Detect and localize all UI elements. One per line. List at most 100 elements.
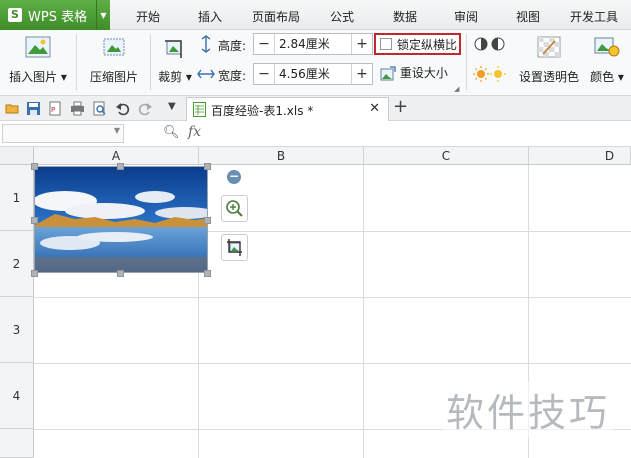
app-menu-button[interactable]: S WPS 表格 ▼ <box>0 0 110 30</box>
brightness-icon <box>473 66 506 82</box>
insert-picture-label: 插入图片 <box>9 70 58 84</box>
column-header-b[interactable]: B <box>199 147 364 165</box>
undo-icon[interactable] <box>115 101 130 116</box>
height-icon <box>201 35 211 53</box>
width-label: 宽度: <box>218 69 247 83</box>
tab-insert[interactable]: 插入 <box>198 8 222 25</box>
chevron-down-icon[interactable]: ▼ <box>96 0 110 30</box>
width-icon <box>197 69 215 79</box>
lock-aspect-checkbox[interactable]: 锁定纵横比 <box>374 33 461 55</box>
height-decrease-button[interactable]: − <box>254 36 274 52</box>
reset-size-icon <box>380 65 396 80</box>
crop-picture-button[interactable] <box>221 234 248 261</box>
resize-handle[interactable] <box>204 163 211 170</box>
recolor-icon <box>594 37 620 57</box>
zoom-picture-button[interactable] <box>221 195 248 222</box>
grid-line <box>363 165 364 458</box>
compress-picture-label: 压缩图片 <box>89 70 138 84</box>
tab-review[interactable]: 审阅 <box>454 8 478 25</box>
height-increase-button[interactable]: + <box>352 36 372 52</box>
export-pdf-icon[interactable]: P <box>48 101 63 116</box>
tab-view[interactable]: 视图 <box>516 8 540 25</box>
resize-handle[interactable] <box>31 270 38 277</box>
insert-picture-icon <box>25 36 51 58</box>
collapse-toolbar-icon[interactable]: − <box>227 170 241 184</box>
resize-handle[interactable] <box>204 270 211 277</box>
tab-data[interactable]: 数据 <box>393 8 417 25</box>
formula-bar: ▼ 🔍︎ fx <box>0 121 631 147</box>
height-label: 高度: <box>218 39 247 53</box>
crop-icon <box>227 239 242 256</box>
document-tab[interactable]: 百度经验-表1.xls * ✕ <box>186 97 389 121</box>
row-header-2[interactable]: 2 <box>0 231 34 297</box>
name-box[interactable]: ▼ <box>2 124 124 143</box>
resize-handle[interactable] <box>31 163 38 170</box>
svg-text:P: P <box>51 106 55 114</box>
reset-size-button[interactable]: 重设大小 <box>380 64 452 82</box>
height-spinner[interactable]: − 2.84厘米 + <box>253 33 373 55</box>
grid-line <box>34 297 631 298</box>
tab-home[interactable]: 开始 <box>136 8 160 25</box>
new-tab-button[interactable]: + <box>393 96 408 117</box>
select-all-corner[interactable] <box>0 147 34 165</box>
divider <box>466 34 467 90</box>
print-preview-icon[interactable] <box>92 101 107 116</box>
tab-page-layout[interactable]: 页面布局 <box>252 8 300 25</box>
row-header-4[interactable]: 4 <box>0 363 34 429</box>
crop-button[interactable]: 裁剪 ▾ <box>156 36 194 85</box>
column-header-c[interactable]: C <box>364 147 529 165</box>
insert-function-icon[interactable]: fx <box>188 124 201 140</box>
checkbox-icon[interactable] <box>380 38 392 50</box>
spreadsheet-file-icon <box>193 102 206 117</box>
compress-picture-button[interactable]: 压缩图片 <box>86 36 142 85</box>
width-decrease-button[interactable]: − <box>254 66 274 82</box>
expand-dialog-icon[interactable]: ◢ <box>454 85 459 93</box>
picture-tools-ribbon: 插入图片 ▾ 压缩图片 裁剪 ▾ 高度: − 2.84厘米 + 宽度: − 4.… <box>0 30 631 96</box>
inserted-picture[interactable] <box>34 166 208 273</box>
divider <box>150 34 151 90</box>
height-input[interactable]: 2.84厘米 <box>274 34 352 54</box>
color-button[interactable]: 颜色 ▾ <box>587 36 627 85</box>
resize-handle[interactable] <box>117 163 124 170</box>
redo-icon[interactable] <box>138 101 153 116</box>
resize-handle[interactable] <box>117 270 124 277</box>
customize-toolbar-icon[interactable]: ▼ <box>168 101 176 112</box>
chevron-down-icon[interactable]: ▼ <box>114 126 120 135</box>
zoom-in-icon <box>226 200 243 217</box>
tab-developer[interactable]: 开发工具 <box>570 8 618 25</box>
resize-handle[interactable] <box>204 217 211 224</box>
app-title: WPS 表格 <box>28 9 88 25</box>
zoom-search-icon[interactable]: 🔍︎ <box>163 125 180 140</box>
width-spinner[interactable]: − 4.56厘米 + <box>253 63 373 85</box>
save-icon[interactable] <box>26 101 41 116</box>
wps-logo-icon: S <box>8 8 22 22</box>
row-header-1[interactable]: 1 <box>0 165 34 231</box>
watermark-text: 软件技巧 <box>442 382 615 437</box>
crop-icon <box>165 40 182 58</box>
insert-picture-button[interactable]: 插入图片 ▾ <box>8 36 68 85</box>
lock-aspect-label: 锁定纵横比 <box>397 37 458 52</box>
color-label: 颜色 <box>590 70 615 84</box>
column-header-d[interactable]: D <box>529 147 631 165</box>
transparent-color-icon <box>537 36 561 58</box>
width-increase-button[interactable]: + <box>352 66 372 82</box>
document-title: 百度经验-表1.xls * <box>211 104 314 118</box>
width-input[interactable]: 4.56厘米 <box>274 64 352 84</box>
row-header-3[interactable]: 3 <box>0 297 34 363</box>
close-icon[interactable]: ✕ <box>369 101 380 116</box>
contrast-icon <box>474 37 505 51</box>
set-transparent-color-label: 设置透明色 <box>518 70 579 84</box>
reset-size-label: 重设大小 <box>399 66 448 80</box>
row-header-5[interactable] <box>0 429 34 458</box>
set-transparent-color-button[interactable]: 设置透明色 <box>517 36 581 85</box>
resize-handle[interactable] <box>31 217 38 224</box>
print-icon[interactable] <box>70 101 85 116</box>
crop-label: 裁剪 <box>158 70 183 84</box>
menu-bar: S WPS 表格 ▼ 开始 插入 页面布局 公式 数据 审阅 视图 开发工具 <box>0 0 631 30</box>
landscape-image <box>35 167 207 272</box>
grid-line <box>34 363 631 364</box>
open-folder-icon[interactable] <box>5 101 20 116</box>
compress-picture-icon <box>103 38 125 56</box>
quick-access-toolbar: P ▼ 百度经验-表1.xls * ✕ + <box>0 96 631 121</box>
tab-formulas[interactable]: 公式 <box>330 8 354 25</box>
